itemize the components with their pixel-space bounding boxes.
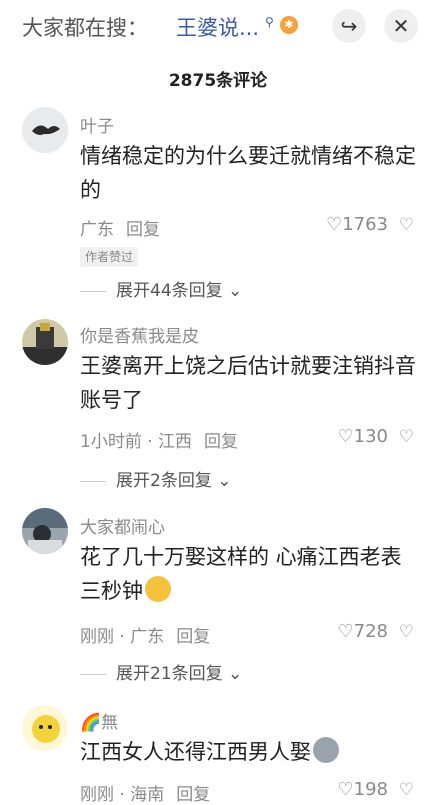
like-count: 728 xyxy=(353,621,388,642)
avatar[interactable] xyxy=(22,107,68,153)
heart-icon: ♡ xyxy=(326,214,343,235)
divider-line xyxy=(80,480,106,482)
comment-meta: 刚刚 · 海南 回复 xyxy=(80,780,210,805)
collapse-icon: ↪ xyxy=(340,14,358,38)
like-button[interactable]: ♡1763 xyxy=(326,214,388,235)
comment-text: 王婆离开上饶之后估计就要注销抖音账号了 xyxy=(80,354,416,412)
dislike-icon[interactable]: ♡ xyxy=(399,780,414,800)
reply-button[interactable]: 回复 xyxy=(204,432,238,452)
divider-line xyxy=(80,673,106,675)
comment-text: 情绪稳定的为什么要迁就情绪不稳定的 xyxy=(80,144,416,202)
like-count: 198 xyxy=(353,779,388,800)
search-suggestion-bar[interactable]: 大家都在搜： 王婆说... ⚲ ✱ ↪ ✕ xyxy=(0,0,436,54)
reply-button[interactable]: 回复 xyxy=(176,785,210,805)
hot-icon: ✱ xyxy=(280,16,298,34)
reply-button[interactable]: 回复 xyxy=(126,220,160,240)
like-count: 1763 xyxy=(342,214,388,235)
comment-text-content: 江西女人还得江西男人娶 xyxy=(80,740,311,764)
laughing-emoji-icon xyxy=(145,576,171,602)
close-button[interactable]: ✕ xyxy=(384,9,418,43)
avatar[interactable] xyxy=(22,319,68,365)
comment-text: 江西女人还得江西男人娶 xyxy=(80,735,416,769)
comment-count: 2875条评论 xyxy=(168,71,268,91)
dislike-icon[interactable]: ♡ xyxy=(399,622,414,642)
expand-replies-label: 展开44条回复 xyxy=(116,281,223,301)
search-prefix-label: 大家都在搜： xyxy=(22,16,148,40)
expand-replies-button[interactable]: 展开21条回复 ⌄ xyxy=(80,659,242,684)
author-liked-tag: 作者赞过 xyxy=(80,247,139,267)
comment-username-text: 無 xyxy=(101,713,119,733)
comment-username[interactable]: 🌈無 xyxy=(80,708,118,733)
avatar[interactable] xyxy=(22,705,68,751)
avatar[interactable] xyxy=(22,508,68,554)
search-icon: ⚲ xyxy=(265,15,274,29)
chevron-down-icon: ⌄ xyxy=(222,664,243,684)
chevron-down-icon: ⌄ xyxy=(211,471,232,491)
comment-text-content: 花了几十万娶这样的 心痛江西老表三秒钟 xyxy=(80,545,402,603)
comment-text: 花了几十万娶这样的 心痛江西老表三秒钟 xyxy=(80,540,416,608)
heart-icon: ♡ xyxy=(337,621,354,642)
search-term-link[interactable]: 王婆说... xyxy=(176,12,259,42)
comment-meta: 1小时前 · 江西 回复 xyxy=(80,427,238,452)
comment-time-location: 刚刚 · 海南 xyxy=(80,785,165,805)
comment-meta: 广东 回复 xyxy=(80,215,160,240)
expand-replies-label: 展开21条回复 xyxy=(116,664,223,684)
expand-replies-label: 展开2条回复 xyxy=(116,471,212,491)
comment-meta: 刚刚 · 广东 回复 xyxy=(80,622,210,647)
comment-username[interactable]: 叶子 xyxy=(80,112,114,137)
like-button[interactable]: ♡198 xyxy=(338,779,389,800)
chevron-down-icon: ⌄ xyxy=(222,281,243,301)
comment-username[interactable]: 你是香蕉我是皮 xyxy=(80,322,199,347)
comment-time-location: 刚刚 · 广东 xyxy=(80,627,165,647)
heart-icon: ♡ xyxy=(337,426,354,447)
divider-line xyxy=(80,290,106,292)
comment-location: 广东 xyxy=(80,220,114,240)
comment-time-location: 1小时前 · 江西 xyxy=(80,432,193,452)
like-button[interactable]: ♡130 xyxy=(338,426,389,447)
dislike-icon[interactable]: ♡ xyxy=(399,427,414,447)
heart-icon: ♡ xyxy=(337,779,354,800)
expand-replies-button[interactable]: 展开2条回复 ⌄ xyxy=(80,466,231,491)
collapse-button[interactable]: ↪ xyxy=(332,9,366,43)
comment-username[interactable]: 大家都闹心 xyxy=(80,513,165,538)
expand-replies-button[interactable]: 展开44条回复 ⌄ xyxy=(80,276,242,301)
like-button[interactable]: ♡728 xyxy=(338,621,389,642)
close-icon: ✕ xyxy=(392,14,410,38)
rainbow-icon: 🌈 xyxy=(80,713,102,733)
husky-emoji-icon xyxy=(313,737,339,763)
like-count: 130 xyxy=(353,426,388,447)
dislike-icon[interactable]: ♡ xyxy=(399,215,414,235)
reply-button[interactable]: 回复 xyxy=(176,627,210,647)
